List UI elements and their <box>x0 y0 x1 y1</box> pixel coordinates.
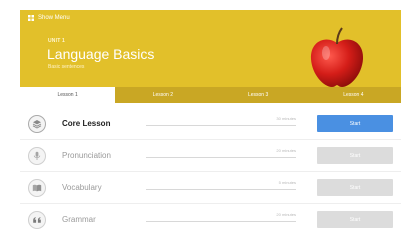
lesson-progress-bar <box>146 221 296 222</box>
start-button-vocabulary[interactable]: Start <box>317 179 393 196</box>
lesson-name: Core Lesson <box>62 119 111 128</box>
lesson-duration: 20 minutes <box>276 212 296 217</box>
lesson-tabs: Lesson 1 Lesson 2 Lesson 3 Lesson 4 <box>20 87 401 103</box>
menu-grid-icon <box>28 15 34 21</box>
unit-header: Show Menu UNIT 1 Language Basics Basic s… <box>20 10 401 87</box>
unit-label: UNIT 1 <box>48 38 66 44</box>
lesson-duration: 30 minutes <box>276 116 296 121</box>
course-screen: Show Menu UNIT 1 Language Basics Basic s… <box>20 10 401 239</box>
tab-lesson-2[interactable]: Lesson 2 <box>115 87 210 103</box>
book-icon <box>28 179 46 197</box>
lesson-name: Vocabulary <box>62 183 102 192</box>
lesson-name: Grammar <box>62 215 96 224</box>
start-button-core[interactable]: Start <box>317 115 393 132</box>
lesson-row-grammar: Grammar 20 minutes Start <box>20 204 401 236</box>
lesson-name: Pronunciation <box>62 151 111 160</box>
lesson-row-core: Core Lesson 30 minutes Start <box>20 108 401 140</box>
tab-lesson-3[interactable]: Lesson 3 <box>211 87 306 103</box>
quote-icon <box>28 211 46 229</box>
show-menu-button[interactable]: Show Menu <box>28 15 70 21</box>
lesson-progress-bar <box>146 157 296 158</box>
page-title: Language Basics <box>47 46 155 62</box>
layers-icon <box>28 115 46 133</box>
apple-image <box>310 27 364 87</box>
microphone-icon <box>28 147 46 165</box>
lesson-progress-bar <box>146 125 296 126</box>
show-menu-label: Show Menu <box>38 15 70 21</box>
tab-lesson-1[interactable]: Lesson 1 <box>20 87 116 103</box>
start-button-grammar[interactable]: Start <box>317 211 393 228</box>
lesson-duration: 5 minutes <box>278 180 296 185</box>
tab-lesson-4[interactable]: Lesson 4 <box>306 87 401 103</box>
lesson-row-pronunciation: Pronunciation 20 minutes Start <box>20 140 401 172</box>
start-button-pronunciation[interactable]: Start <box>317 147 393 164</box>
lesson-duration: 20 minutes <box>276 148 296 153</box>
page-subtitle: Basic sentences <box>48 64 85 70</box>
lesson-progress-bar <box>146 189 296 190</box>
lesson-list: Core Lesson 30 minutes Start Pronunciati… <box>20 108 401 236</box>
lesson-row-vocabulary: Vocabulary 5 minutes Start <box>20 172 401 204</box>
